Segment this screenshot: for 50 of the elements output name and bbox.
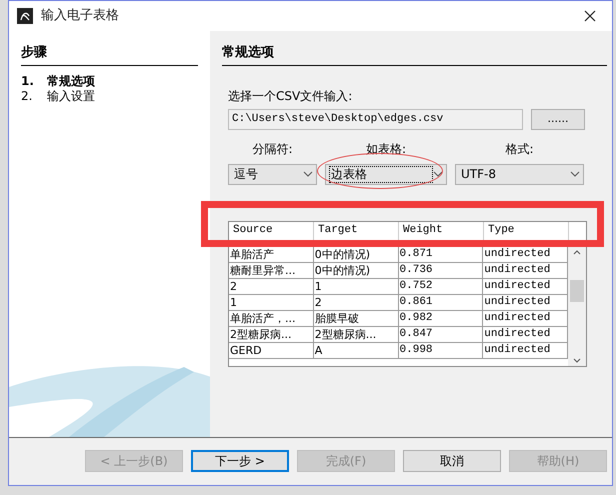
app-logo-icon	[17, 8, 33, 24]
table-cell: 0.871	[398, 246, 484, 262]
table-cell: 1	[229, 294, 314, 310]
table-cell: 2	[229, 278, 314, 294]
chevron-down-icon	[303, 171, 313, 177]
table-cell: 0中的情况)	[314, 246, 399, 262]
table-cell: 0.861	[398, 294, 484, 310]
dropdown-label: 如表格:	[366, 140, 406, 158]
dropdown-label: 分隔符:	[252, 140, 293, 158]
step-item: 2. 输入设置	[21, 88, 96, 104]
dialog-button[interactable]: 取消	[403, 450, 501, 472]
table-cell: 单胎活产，...	[229, 310, 314, 326]
table-cell: GERD	[229, 342, 314, 358]
table-cell: 单胎活产	[229, 246, 314, 262]
table-cell: 糖耐里异常...	[229, 262, 314, 278]
column-header[interactable]: Type	[488, 224, 514, 236]
step-item: 1. 常规选项	[21, 74, 96, 88]
options-heading: 常规选项	[222, 43, 607, 66]
table-cell: 2	[314, 294, 399, 310]
dropdown[interactable]: 逗号	[228, 164, 317, 184]
table-cell: 0.847	[398, 326, 484, 342]
table-cell: 0中的情况)	[314, 262, 399, 278]
scrollbar[interactable]	[568, 246, 586, 366]
table-cell: 胎膜早破	[314, 310, 399, 326]
browse-button[interactable]: ......	[531, 108, 585, 130]
chevron-down-icon	[433, 171, 443, 177]
table-cell: 0.736	[398, 262, 484, 278]
close-icon[interactable]	[584, 10, 596, 22]
steps-heading: 步骤	[21, 43, 198, 66]
dialog-button[interactable]: 下一步 >	[191, 450, 289, 472]
scroll-up-icon[interactable]	[573, 250, 582, 254]
table-cell: 0.998	[398, 342, 484, 358]
window-title: 输入电子表格	[41, 7, 119, 26]
table-cell: 0.752	[398, 278, 484, 294]
column-header[interactable]: Weight	[403, 224, 443, 236]
dropdown[interactable]: 边表格	[325, 164, 447, 184]
file-path-field[interactable]: C:\Users\steve\Desktop\edges.csv	[228, 108, 523, 130]
scroll-thumb[interactable]	[570, 280, 584, 302]
table-cell: A	[314, 342, 399, 358]
dropdown[interactable]: UTF-8	[455, 164, 584, 184]
table-cell: 2型糖尿病...	[229, 326, 314, 342]
dropdown-label: 格式:	[505, 140, 534, 158]
table-cell: 0.982	[398, 310, 484, 326]
column-header[interactable]: Source	[233, 224, 273, 236]
file-label: 选择一个CSV文件输入:	[228, 88, 354, 104]
table-cell: 2型糖尿病...	[314, 326, 399, 342]
table-cell: 1	[314, 278, 399, 294]
scroll-down-icon[interactable]	[573, 358, 582, 362]
column-header[interactable]: Target	[318, 224, 358, 236]
chevron-down-icon	[570, 171, 580, 177]
